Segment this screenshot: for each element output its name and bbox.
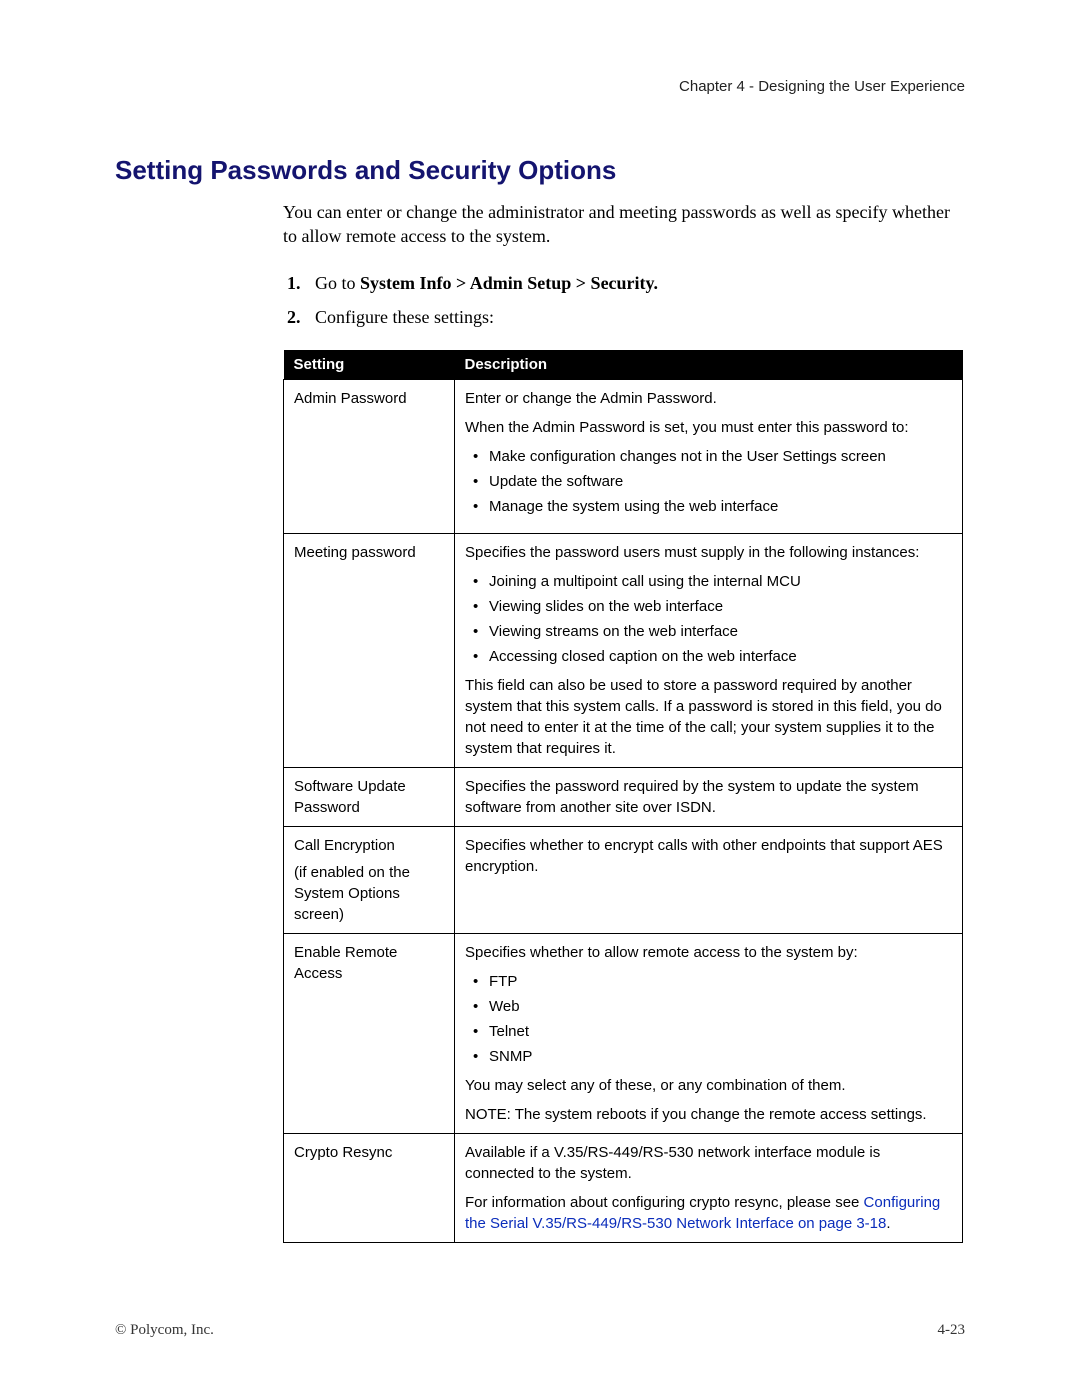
bullet-item: Accessing closed caption on the web inte… [489,646,952,667]
footer-page-number: 4-23 [938,1322,966,1339]
setting-description: Specifies the password required by the s… [455,768,963,827]
desc-text: For information about configuring crypto… [465,1192,952,1234]
setting-description: Specifies whether to allow remote access… [455,934,963,1134]
table-head-description: Description [455,350,963,380]
desc-text-suffix: . [886,1215,890,1232]
settings-table: Setting Description Admin Password Enter… [283,350,963,1243]
step-1-prefix: Go to [315,273,360,293]
desc-text: Specifies whether to encrypt calls with … [465,835,952,877]
desc-bullets: FTP Web Telnet SNMP [465,971,952,1067]
step-1: Go to System Info > Admin Setup > Securi… [315,269,965,298]
bullet-item: Telnet [489,1021,952,1042]
intro-paragraph: You can enter or change the administrato… [115,200,965,249]
table-row: Meeting password Specifies the password … [284,534,963,768]
desc-bullets: Joining a multipoint call using the inte… [465,571,952,667]
setting-description: Specifies whether to encrypt calls with … [455,827,963,934]
table-row: Software Update Password Specifies the p… [284,768,963,827]
bullet-item: Web [489,996,952,1017]
table-row: Admin Password Enter or change the Admin… [284,380,963,534]
table-row: Enable Remote Access Specifies whether t… [284,934,963,1134]
table-row: Call Encryption (if enabled on the Syste… [284,827,963,934]
bullet-item: SNMP [489,1046,952,1067]
setting-name: Crypto Resync [284,1134,455,1243]
setting-name: Admin Password [284,380,455,534]
setting-description: Available if a V.35/RS-449/RS-530 networ… [455,1134,963,1243]
step-2: Configure these settings: [315,303,965,332]
desc-text: Available if a V.35/RS-449/RS-530 networ… [465,1142,952,1184]
bullet-item: FTP [489,971,952,992]
desc-text-prefix: For information about configuring crypto… [465,1194,864,1211]
step-list: Go to System Info > Admin Setup > Securi… [115,269,965,333]
section-title: Setting Passwords and Security Options [115,155,965,186]
step-1-path: System Info > Admin Setup > Security. [360,273,658,293]
footer-copyright: © Polycom, Inc. [115,1322,214,1338]
setting-name-line1: Call Encryption [294,835,444,856]
desc-text: Enter or change the Admin Password. [465,388,952,409]
desc-text: Specifies the password users must supply… [465,542,952,563]
desc-text: This field can also be used to store a p… [465,675,952,759]
setting-description: Enter or change the Admin Password. When… [455,380,963,534]
desc-text: Specifies whether to allow remote access… [465,942,952,963]
page: Chapter 4 - Designing the User Experienc… [0,0,1080,1397]
desc-text: NOTE: The system reboots if you change t… [465,1104,952,1125]
bullet-item: Viewing slides on the web interface [489,596,952,617]
bullet-item: Make configuration changes not in the Us… [489,446,952,467]
setting-description: Specifies the password users must supply… [455,534,963,768]
table-head-setting: Setting [284,350,455,380]
setting-name: Call Encryption (if enabled on the Syste… [284,827,455,934]
desc-text: When the Admin Password is set, you must… [465,417,952,438]
bullet-item: Viewing streams on the web interface [489,621,952,642]
desc-text: Specifies the password required by the s… [465,776,952,818]
desc-bullets: Make configuration changes not in the Us… [465,446,952,517]
bullet-item: Update the software [489,471,952,492]
page-footer: © Polycom, Inc. 4-23 [115,1322,965,1339]
bullet-item: Manage the system using the web interfac… [489,496,952,517]
setting-name: Enable Remote Access [284,934,455,1134]
table-row: Crypto Resync Available if a V.35/RS-449… [284,1134,963,1243]
setting-name: Software Update Password [284,768,455,827]
chapter-header: Chapter 4 - Designing the User Experienc… [115,78,965,95]
setting-name: Meeting password [284,534,455,768]
bullet-item: Joining a multipoint call using the inte… [489,571,952,592]
desc-text: You may select any of these, or any comb… [465,1075,952,1096]
setting-name-line2: (if enabled on the System Options screen… [294,862,444,925]
